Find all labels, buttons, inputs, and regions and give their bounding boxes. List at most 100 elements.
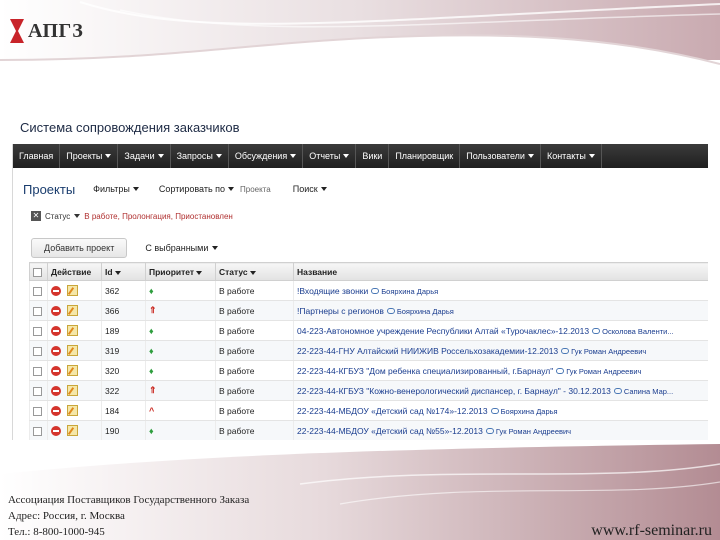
- table-row[interactable]: 322 ⇑ В работе 22-223-44-КГБУЗ "Кожно-венер…: [29, 380, 708, 401]
- row-checkbox[interactable]: [33, 386, 42, 396]
- status-filter-key: Статус: [45, 211, 71, 221]
- menu-item[interactable]: Вики: [356, 144, 390, 168]
- column-header-priority[interactable]: Приоритет: [145, 262, 216, 281]
- edit-icon[interactable]: [67, 325, 78, 337]
- system-title: Система сопровождения заказчиков: [20, 120, 240, 135]
- project-name-link[interactable]: 22-223-44-МБДОУ «Детский сад №174»-12.20…: [297, 406, 488, 416]
- menu-item[interactable]: Контакты: [541, 144, 602, 168]
- chevron-down-icon: [157, 154, 164, 158]
- project-owner[interactable]: Гук Роман Андреевич: [496, 427, 571, 436]
- column-header-status[interactable]: Статус: [215, 262, 294, 281]
- row-select-cell[interactable]: [29, 300, 48, 321]
- menu-item-label: Главная: [19, 151, 54, 161]
- row-priority-cell: ⇑: [145, 300, 216, 321]
- row-actions-cell: [47, 420, 102, 440]
- table-row[interactable]: 366 ⇑ В работе !Партнеры с регионов Боярхина…: [29, 300, 708, 321]
- row-actions-cell: [47, 380, 102, 401]
- row-id: 362: [101, 280, 146, 301]
- row-select-cell[interactable]: [29, 380, 48, 401]
- select-all-checkbox[interactable]: [33, 267, 42, 277]
- project-name-link[interactable]: 22-223-44-ГНУ Алтайский НИИЖИВ Россельхо…: [297, 346, 558, 356]
- row-checkbox[interactable]: [33, 366, 42, 376]
- add-project-button[interactable]: Добавить проект: [31, 238, 128, 258]
- delete-icon[interactable]: [51, 405, 61, 416]
- project-owner[interactable]: Боярхина Дарья: [381, 287, 438, 296]
- sort-dropdown[interactable]: Сортировать по: [159, 184, 235, 194]
- apgz-logo: АПГЗ: [8, 14, 86, 48]
- delete-icon[interactable]: [51, 305, 61, 316]
- menu-item[interactable]: Пользователи: [460, 144, 541, 168]
- project-owner[interactable]: Гук Роман Андреевич: [571, 347, 646, 356]
- edit-icon[interactable]: [67, 405, 78, 417]
- row-select-cell[interactable]: [29, 320, 48, 341]
- project-owner[interactable]: Сапина Мар...: [624, 387, 673, 396]
- priority-icon: ♦: [149, 365, 154, 376]
- menu-item[interactable]: Обсуждения: [229, 144, 304, 168]
- edit-icon[interactable]: [67, 285, 78, 297]
- delete-icon[interactable]: [51, 385, 61, 396]
- row-checkbox[interactable]: [33, 326, 42, 336]
- project-owner[interactable]: Гук Роман Андреевич: [566, 367, 641, 376]
- table-row[interactable]: 362 ♦ В работе !Входящие звонки Боярхина Дар…: [29, 280, 708, 301]
- table-row[interactable]: 189 ♦ В работе 04-223-Автономное учреждение…: [29, 320, 708, 341]
- row-checkbox[interactable]: [33, 286, 42, 296]
- row-status: В работе: [215, 340, 294, 361]
- row-select-cell[interactable]: [29, 280, 48, 301]
- project-owner[interactable]: Боярхина Дарья: [501, 407, 558, 416]
- row-checkbox[interactable]: [33, 406, 42, 416]
- project-name-link[interactable]: !Входящие звонки: [297, 286, 368, 296]
- delete-icon[interactable]: [51, 345, 61, 356]
- table-row[interactable]: 184 ^ В работе 22-223-44-МБДОУ «Детский сад…: [29, 400, 708, 421]
- comment-icon: [613, 388, 622, 395]
- menu-item-label: Пользователи: [466, 151, 525, 161]
- table-row[interactable]: 320 ♦ В работе 22-223-44-КГБУЗ "Дом ребенка…: [29, 360, 708, 381]
- row-select-cell[interactable]: [29, 340, 48, 361]
- column-header-id[interactable]: Id: [101, 262, 146, 281]
- table-row[interactable]: 190 ♦ В работе 22-223-44-МБДОУ «Детский сад…: [29, 420, 708, 440]
- menu-item[interactable]: Отчеты: [303, 144, 357, 168]
- edit-icon[interactable]: [67, 345, 78, 357]
- delete-icon[interactable]: [51, 425, 61, 436]
- row-checkbox[interactable]: [33, 306, 42, 316]
- menu-item[interactable]: Планировщик: [389, 144, 461, 168]
- select-all-header[interactable]: [29, 262, 48, 281]
- project-name-link[interactable]: 22-223-44-КГБУЗ "Кожно-венерологический …: [297, 386, 611, 396]
- delete-icon[interactable]: [51, 325, 61, 336]
- status-filter: ✕ Статус В работе, Пролонгация, Приостан…: [31, 210, 233, 222]
- footer-website[interactable]: www.rf-seminar.ru: [591, 522, 712, 540]
- column-header-label: Статус: [219, 266, 248, 277]
- menu-item[interactable]: Запросы: [171, 144, 229, 168]
- menu-item[interactable]: Проекты: [60, 144, 119, 168]
- row-checkbox[interactable]: [33, 426, 42, 436]
- menu-item[interactable]: Задачи: [118, 144, 171, 168]
- edit-icon[interactable]: [67, 305, 78, 317]
- table-row[interactable]: 319 ♦ В работе 22-223-44-ГНУ Алтайский НИИЖ…: [29, 340, 708, 361]
- project-owner[interactable]: Осколова Валенти...: [602, 327, 673, 336]
- priority-icon: ^: [149, 405, 155, 416]
- search-dropdown[interactable]: Поиск: [293, 184, 327, 194]
- filters-dropdown[interactable]: Фильтры: [93, 184, 139, 194]
- row-checkbox[interactable]: [33, 346, 42, 356]
- delete-icon[interactable]: [51, 365, 61, 376]
- project-owner[interactable]: Боярхина Дарья: [397, 307, 454, 316]
- row-select-cell[interactable]: [29, 400, 48, 421]
- project-name-link[interactable]: !Партнеры с регионов: [297, 306, 384, 316]
- row-select-cell[interactable]: [29, 420, 48, 440]
- delete-icon[interactable]: [51, 285, 61, 296]
- project-name-link[interactable]: 04-223-Автономное учреждение Республики …: [297, 326, 589, 336]
- edit-icon[interactable]: [67, 425, 78, 437]
- chevron-down-icon[interactable]: [74, 214, 81, 218]
- menu-item[interactable]: Главная: [13, 144, 61, 168]
- row-select-cell[interactable]: [29, 360, 48, 381]
- bulk-actions-dropdown[interactable]: С выбранными: [145, 243, 219, 253]
- project-name-link[interactable]: 22-223-44-МБДОУ «Детский сад №55»-12.201…: [297, 426, 483, 436]
- logo-text: АПГЗ: [28, 19, 84, 42]
- project-name-link[interactable]: 22-223-44-КГБУЗ "Дом ребенка специализир…: [297, 366, 553, 376]
- status-filter-values[interactable]: В работе, Пролонгация, Приостановлен: [84, 212, 233, 221]
- column-header-name[interactable]: Название: [293, 262, 708, 281]
- edit-icon[interactable]: [67, 385, 78, 397]
- remove-filter-icon[interactable]: ✕: [31, 211, 41, 221]
- priority-icon: ♦: [149, 285, 154, 296]
- edit-icon[interactable]: [67, 365, 78, 377]
- column-header-action[interactable]: Действие: [47, 262, 102, 281]
